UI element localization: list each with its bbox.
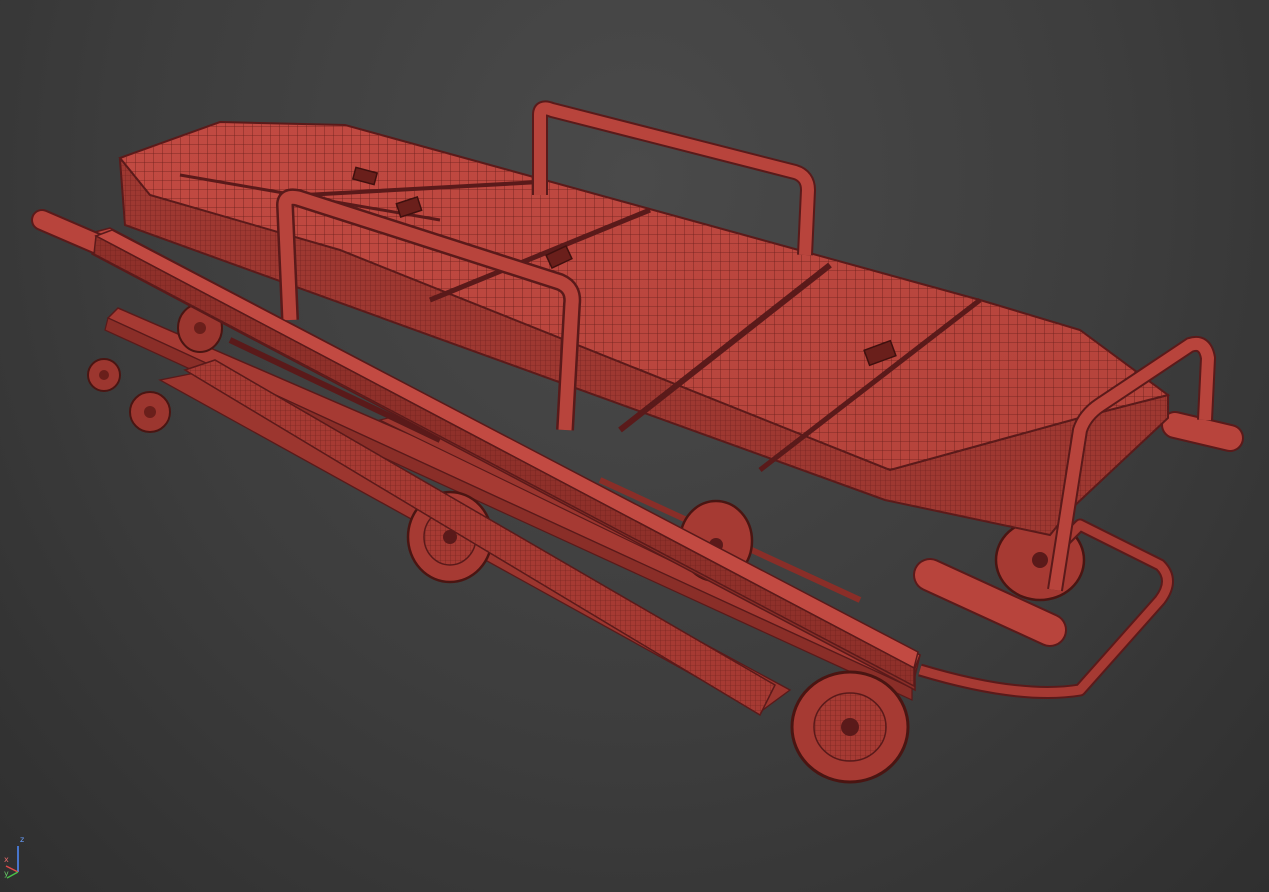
y-axis-label: y xyxy=(4,869,9,878)
rear-grip-handle xyxy=(31,209,111,256)
z-axis-label: z xyxy=(20,835,25,844)
stretcher-model[interactable] xyxy=(0,0,1269,892)
axis-gizmo: z x y xyxy=(2,836,32,880)
x-axis-label: x xyxy=(4,855,9,864)
wheel-rear-left-2 xyxy=(129,391,171,433)
wheel-rear-left xyxy=(87,358,121,392)
3d-viewport[interactable]: z x y xyxy=(0,0,1269,892)
wheel-front-left xyxy=(790,670,910,784)
